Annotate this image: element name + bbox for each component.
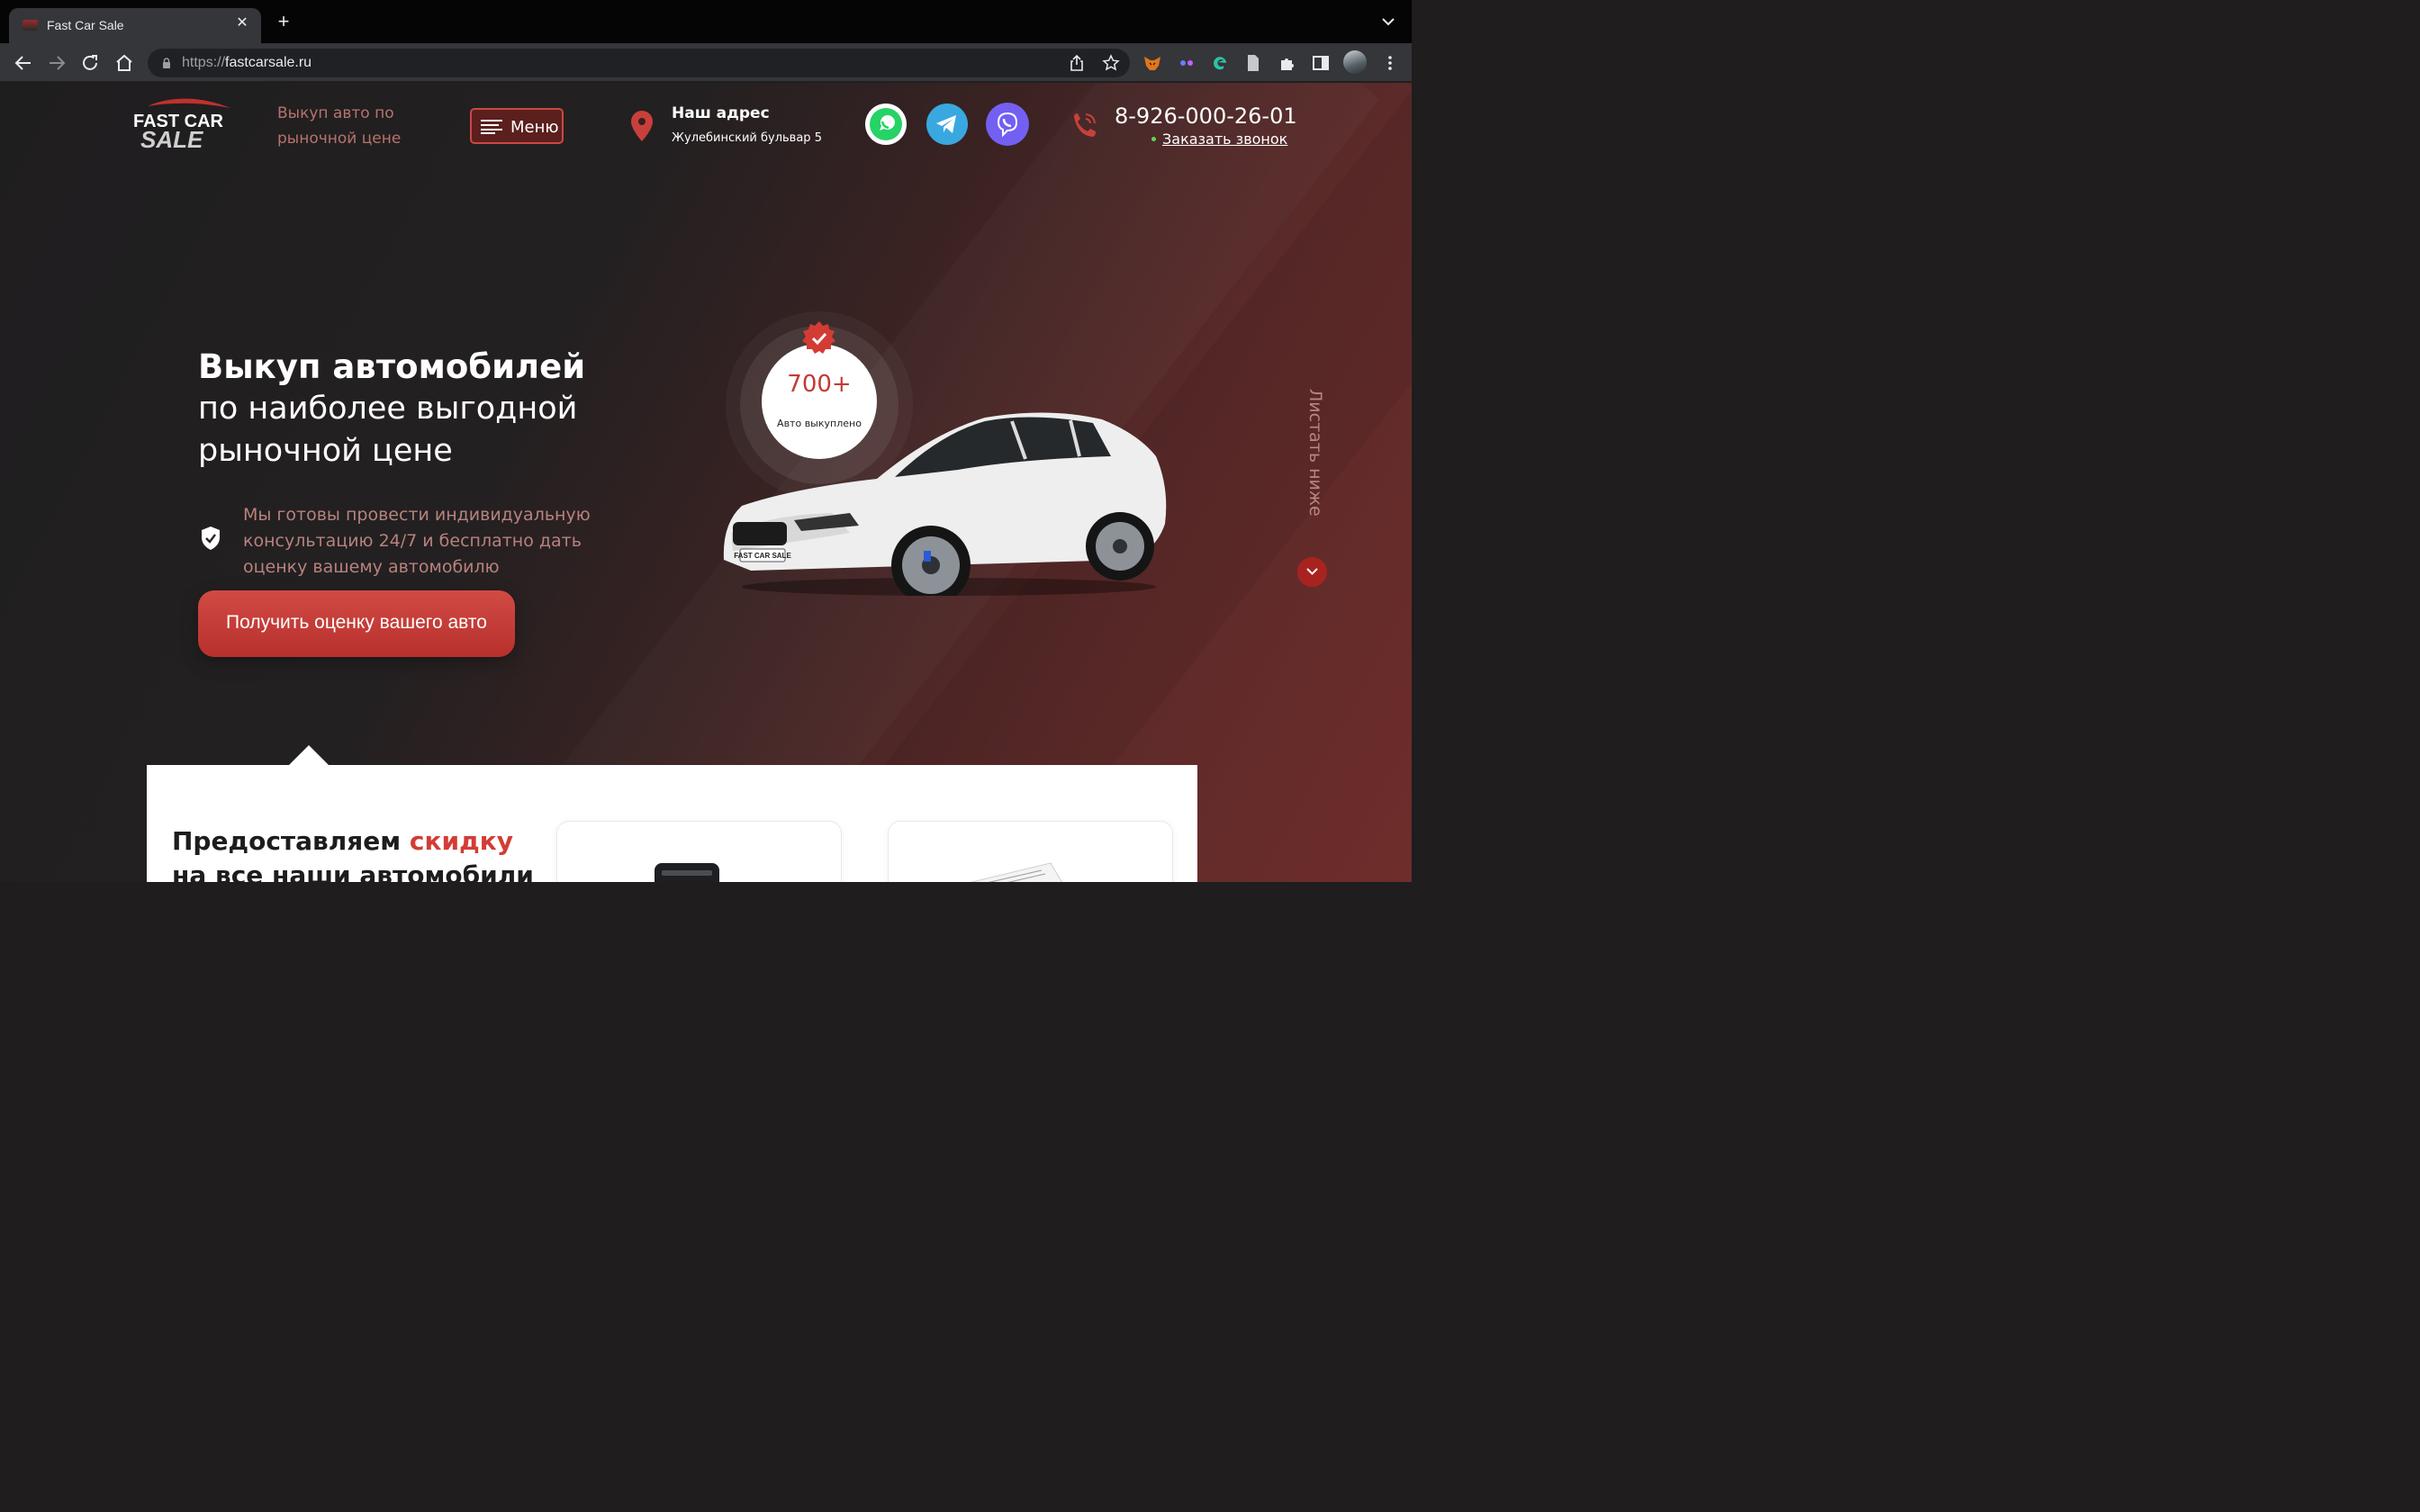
share-icon[interactable]: [1068, 54, 1086, 72]
telegram-icon[interactable]: [926, 103, 969, 146]
svg-text:SALE: SALE: [140, 126, 203, 149]
scroll-down-label: Листать ниже: [1305, 389, 1325, 517]
chevron-down-icon: [1306, 568, 1318, 575]
verified-check-icon: [802, 321, 835, 354]
browser-menu-icon[interactable]: [1380, 53, 1400, 73]
hamburger-icon: [481, 120, 502, 134]
promo-panel: Предоставляем скидку на все наши автомоб…: [147, 765, 1197, 882]
new-tab-button[interactable]: +: [273, 12, 294, 32]
panel-notch: [288, 745, 330, 766]
address-text: Жулебинский бульвар 5: [672, 131, 822, 145]
hero-title: Выкуп автомобилей по наиболее выгодной р…: [198, 346, 585, 472]
header-tagline: Выкуп авто по рыночной цене: [277, 104, 402, 148]
phone-mockup-image: [655, 863, 719, 882]
tab-title: Fast Car Sale: [47, 18, 124, 32]
phone-number[interactable]: 8-926-000-26-01: [1115, 104, 1297, 129]
web-page: FAST CAR SALE Выкуп авто по рыночной цен…: [0, 83, 1412, 882]
home-icon[interactable]: [113, 52, 135, 74]
menu-button[interactable]: Меню: [470, 108, 564, 144]
viber-icon[interactable]: [986, 103, 1029, 146]
hero-title-line-3: рыночной цене: [198, 433, 453, 469]
url-text: https://fastcarsale.ru: [182, 55, 312, 70]
cars-bought-badge: 700+ Авто выкуплено: [762, 344, 877, 459]
extensions-puzzle-icon[interactable]: [1278, 53, 1297, 73]
site-favicon-icon: [23, 20, 38, 31]
metamask-extension-icon[interactable]: [1142, 53, 1162, 73]
phone-icon: [1074, 113, 1096, 137]
cars-bought-label: Авто выкуплено: [777, 418, 862, 429]
promo-card-document[interactable]: [888, 821, 1173, 882]
document-image: [970, 862, 1062, 882]
whatsapp-icon[interactable]: [864, 103, 908, 146]
reload-icon[interactable]: [79, 52, 101, 74]
menu-button-label: Меню: [510, 118, 559, 137]
location-pin-icon: [631, 111, 653, 141]
get-valuation-button[interactable]: Получить оценку вашего авто: [198, 590, 515, 657]
bookmark-star-icon[interactable]: [1102, 54, 1120, 72]
browser-tab[interactable]: Fast Car Sale ✕: [9, 8, 261, 43]
lock-icon[interactable]: [162, 58, 171, 68]
address-title: Наш адрес: [672, 104, 770, 122]
profile-avatar[interactable]: [1343, 50, 1367, 74]
address-bar[interactable]: https://fastcarsale.ru: [148, 49, 1130, 77]
back-arrow-icon[interactable]: [13, 52, 34, 74]
edge-extension-icon[interactable]: [1210, 53, 1230, 73]
promo-title: Предоставляем скидку на все наши автомоб…: [172, 824, 534, 882]
side-panel-icon[interactable]: [1311, 53, 1331, 73]
forward-arrow-icon[interactable]: [46, 52, 68, 74]
get-valuation-button-label: Получить оценку вашего авто: [226, 612, 487, 633]
browser-tab-strip: Fast Car Sale ✕ +: [0, 0, 1412, 43]
callback-link[interactable]: Заказать звонок: [1162, 130, 1287, 148]
online-status-dot: [1151, 137, 1156, 141]
shield-check-icon: [202, 526, 220, 550]
promo-title-line-2: на все наши автомобили: [172, 860, 534, 882]
browser-toolbar: https://fastcarsale.ru: [0, 43, 1412, 82]
hero-description: Мы готовы провести индивидуальную консул…: [243, 505, 591, 577]
site-logo[interactable]: FAST CAR SALE: [131, 95, 239, 149]
hero-title-line-2: по наиболее выгодной: [198, 391, 578, 427]
promo-title-accent: скидку: [409, 826, 513, 856]
document-extension-icon[interactable]: [1243, 53, 1263, 73]
scroll-down-button[interactable]: [1297, 557, 1327, 587]
hero-title-line-1: Выкуп автомобилей: [198, 347, 586, 386]
close-tab-icon[interactable]: ✕: [234, 15, 250, 32]
link-extension-icon[interactable]: [1177, 53, 1196, 73]
license-plate-text: FAST CAR SALE: [734, 552, 791, 560]
tab-search-chevron-icon[interactable]: [1379, 14, 1397, 29]
cars-bought-count: 700+: [787, 371, 852, 398]
promo-card-phone[interactable]: [556, 821, 842, 882]
